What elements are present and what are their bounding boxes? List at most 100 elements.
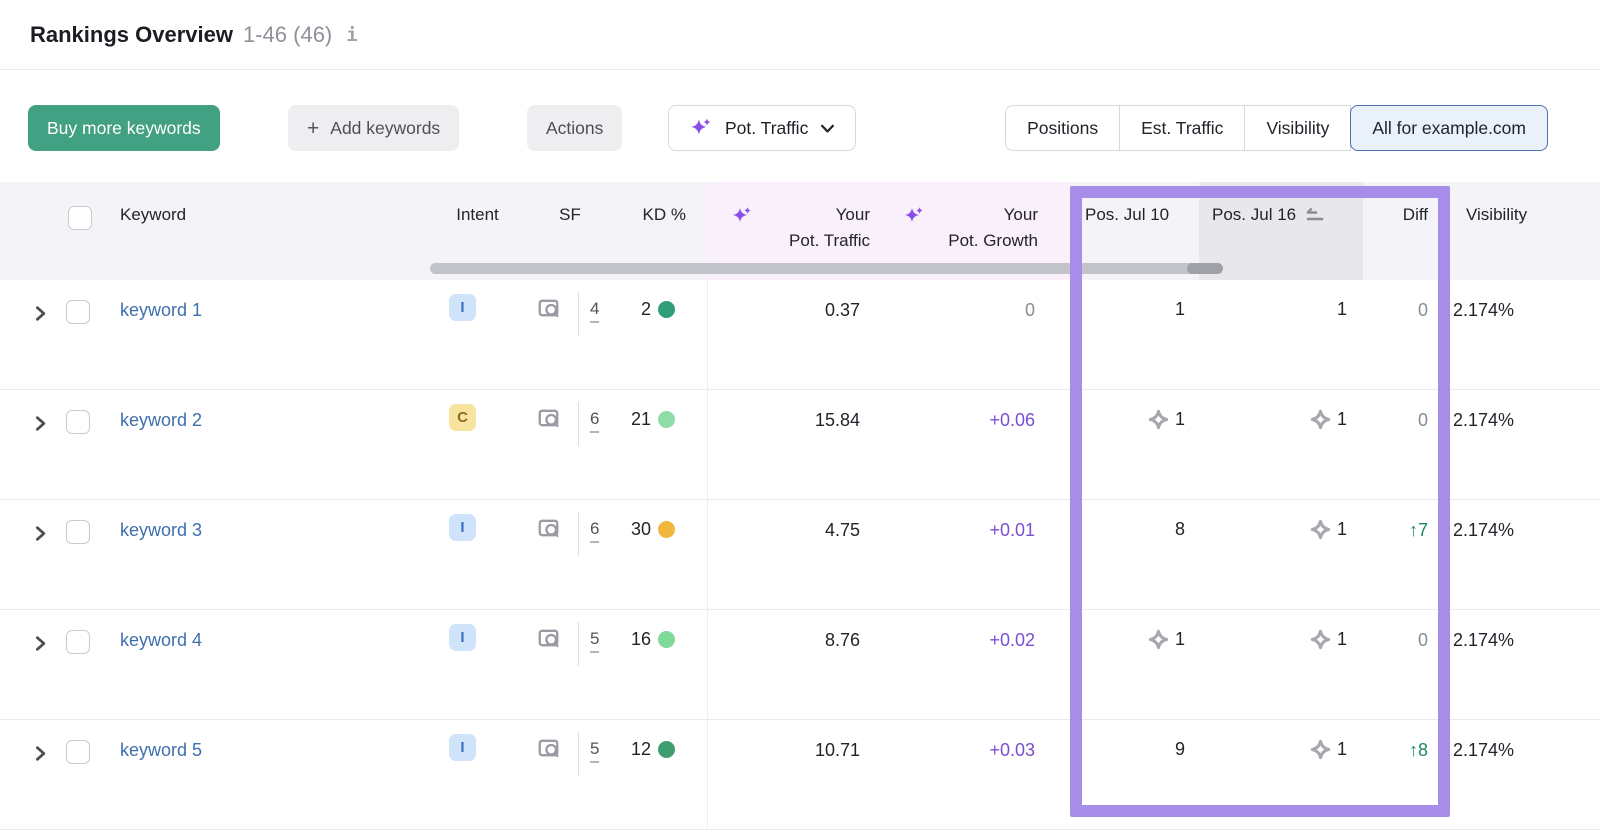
- add-keywords-button[interactable]: + Add keywords: [288, 105, 459, 151]
- intent-badge: I: [449, 514, 476, 541]
- pos-jul10-cell: 9: [1060, 737, 1185, 761]
- column-header-sf[interactable]: SF: [540, 202, 600, 228]
- sf-divider: [578, 732, 579, 776]
- result-range: 1-46 (46): [243, 22, 332, 48]
- pos-jul10-value: 1: [1175, 299, 1185, 320]
- pot-traffic-value: 15.84: [720, 410, 860, 431]
- pos-jul16-cell: 1: [1222, 517, 1347, 541]
- serp-features-icon[interactable]: [536, 516, 561, 546]
- table-row: keyword 1 I 4 2 0.37 0 1 1 0 2.174%: [0, 280, 1600, 390]
- kd-difficulty-dot: [658, 411, 675, 428]
- table-row: keyword 5 I 5 12 10.71 +0.03 9 1 ↑8 2.17…: [0, 720, 1600, 830]
- diff-value: ↑8: [1350, 740, 1428, 761]
- serp-feature-position-icon: [1309, 628, 1332, 651]
- pos-jul10-cell: 1: [1060, 297, 1185, 321]
- row-checkbox[interactable]: [66, 410, 90, 434]
- pos-jul16-value: 1: [1337, 519, 1347, 540]
- expand-row-icon[interactable]: [32, 414, 49, 438]
- pos-jul16-cell: 1: [1222, 737, 1347, 761]
- table-body: keyword 1 I 4 2 0.37 0 1 1 0 2.174%: [0, 280, 1600, 830]
- kd-value: 16: [631, 629, 651, 650]
- expand-row-icon[interactable]: [32, 304, 49, 328]
- column-header-pos-jul16[interactable]: Pos. Jul 16: [1212, 202, 1327, 228]
- pot-traffic-value: 10.71: [720, 740, 860, 761]
- pos-jul16-value: 1: [1337, 299, 1347, 320]
- keyword-link[interactable]: keyword 4: [120, 630, 202, 651]
- column-header-keyword[interactable]: Keyword: [120, 202, 186, 228]
- sf-divider: [578, 512, 579, 556]
- keyword-link[interactable]: keyword 2: [120, 410, 202, 431]
- diff-value: 0: [1350, 410, 1428, 431]
- pos-jul10-cell: 1: [1060, 407, 1185, 431]
- kd-difficulty-dot: [658, 631, 675, 648]
- serp-feature-position-icon: [1147, 628, 1170, 651]
- tab-visibility[interactable]: Visibility: [1244, 105, 1351, 151]
- info-icon[interactable]: i: [346, 24, 357, 46]
- pot-growth-value: 0: [880, 300, 1035, 321]
- tab-positions[interactable]: Positions: [1005, 105, 1120, 151]
- serp-feature-position-icon: [1309, 408, 1332, 431]
- kd-value: 30: [631, 519, 651, 540]
- expand-row-icon[interactable]: [32, 524, 49, 548]
- kd-value: 12: [631, 739, 651, 760]
- actions-button[interactable]: Actions: [527, 105, 622, 151]
- visibility-value: 2.174%: [1426, 300, 1514, 321]
- pot-growth-value: +0.03: [880, 740, 1035, 761]
- column-header-intent[interactable]: Intent: [435, 202, 520, 228]
- expand-row-icon[interactable]: [32, 634, 49, 658]
- serp-features-icon[interactable]: [536, 406, 561, 436]
- pos-jul10-value: 1: [1175, 629, 1185, 650]
- row-checkbox[interactable]: [66, 300, 90, 324]
- select-all-checkbox[interactable]: [68, 206, 92, 230]
- row-checkbox[interactable]: [66, 630, 90, 654]
- column-header-pot-growth[interactable]: Your Pot. Growth: [920, 202, 1038, 254]
- pos-jul16-value: 1: [1337, 739, 1347, 760]
- expand-row-icon[interactable]: [32, 744, 49, 768]
- pot-growth-value: +0.06: [880, 410, 1035, 431]
- tab-all-for-domain[interactable]: All for example.com: [1350, 105, 1548, 151]
- pos-jul10-value: 1: [1175, 409, 1185, 430]
- column-header-visibility[interactable]: Visibility: [1466, 202, 1527, 228]
- serp-feature-position-icon: [1147, 408, 1170, 431]
- chevron-down-icon: [819, 120, 836, 137]
- kd-difficulty-dot: [658, 301, 675, 318]
- intent-badge: I: [449, 624, 476, 651]
- buy-more-keywords-button[interactable]: Buy more keywords: [28, 105, 220, 151]
- pos-jul16-cell: 1: [1222, 627, 1347, 651]
- keyword-link[interactable]: keyword 3: [120, 520, 202, 541]
- pos-jul10-value: 8: [1175, 519, 1185, 540]
- horizontal-scrollbar[interactable]: [430, 263, 1223, 274]
- pos-jul10-cell: 1: [1060, 627, 1185, 651]
- visibility-value: 2.174%: [1426, 740, 1514, 761]
- kd-difficulty-dot: [658, 741, 675, 758]
- keyword-link[interactable]: keyword 1: [120, 300, 202, 321]
- sparkles-icon: [688, 115, 714, 141]
- row-checkbox[interactable]: [66, 520, 90, 544]
- serp-features-icon[interactable]: [536, 296, 561, 326]
- column-header-diff[interactable]: Diff: [1350, 202, 1428, 228]
- column-header-kd[interactable]: KD %: [600, 202, 686, 228]
- title-bar: Rankings Overview 1-46 (46) i: [0, 0, 1600, 70]
- kd-value: 2: [641, 299, 651, 320]
- serp-features-icon[interactable]: [536, 736, 561, 766]
- horizontal-scrollbar-thumb-end[interactable]: [1187, 263, 1223, 274]
- plus-icon: +: [307, 118, 319, 139]
- serp-features-icon[interactable]: [536, 626, 561, 656]
- add-keywords-label: Add keywords: [330, 118, 440, 139]
- kd-difficulty-dot: [658, 521, 675, 538]
- metric-dropdown[interactable]: Pot. Traffic: [668, 105, 856, 151]
- pos-jul10-cell: 8: [1060, 517, 1185, 541]
- pos-jul16-value: 1: [1337, 409, 1347, 430]
- visibility-value: 2.174%: [1426, 630, 1514, 651]
- tab-est-traffic[interactable]: Est. Traffic: [1119, 105, 1245, 151]
- sf-divider: [578, 622, 579, 666]
- view-switcher: Positions Est. Traffic Visibility All fo…: [1005, 105, 1548, 151]
- serp-feature-position-icon: [1309, 518, 1332, 541]
- keyword-link[interactable]: keyword 5: [120, 740, 202, 761]
- row-checkbox[interactable]: [66, 740, 90, 764]
- kd-cell: 12: [595, 738, 675, 760]
- kd-cell: 21: [595, 408, 675, 430]
- visibility-value: 2.174%: [1426, 410, 1514, 431]
- column-header-pot-traffic[interactable]: Your Pot. Traffic: [740, 202, 870, 254]
- column-header-pos-jul10[interactable]: Pos. Jul 10: [1085, 202, 1169, 228]
